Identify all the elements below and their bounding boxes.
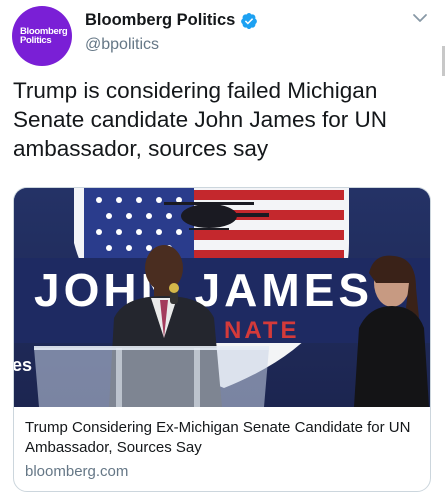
card-image[interactable]: JOHN JAMES NATE es — [14, 188, 430, 407]
handle[interactable]: @bpolitics — [85, 36, 159, 54]
banner-text-sub: NATE — [224, 317, 300, 344]
avatar-text-line2: Politics — [20, 35, 52, 46]
banner-text-edge: es — [14, 355, 32, 375]
name-row: Bloomberg Politics — [85, 11, 258, 30]
chevron-down-icon[interactable] — [412, 12, 428, 24]
tweet-text: Trump is considering failed Michigan Sen… — [13, 78, 387, 161]
link-card[interactable]: JOHN JAMES NATE es Trump Considering Ex-… — [13, 187, 431, 492]
verified-badge-icon — [241, 12, 258, 29]
card-domain[interactable]: bloomberg.com — [25, 463, 128, 480]
card-photo: JOHN JAMES NATE es — [14, 188, 430, 407]
display-name[interactable]: Bloomberg Politics — [85, 11, 235, 30]
avatar[interactable]: Bloomberg Politics — [12, 6, 72, 66]
card-title[interactable]: Trump Considering Ex-Michigan Senate Can… — [25, 418, 425, 458]
tweet-header: Bloomberg Politics Bloomberg Politics @b… — [12, 6, 432, 66]
